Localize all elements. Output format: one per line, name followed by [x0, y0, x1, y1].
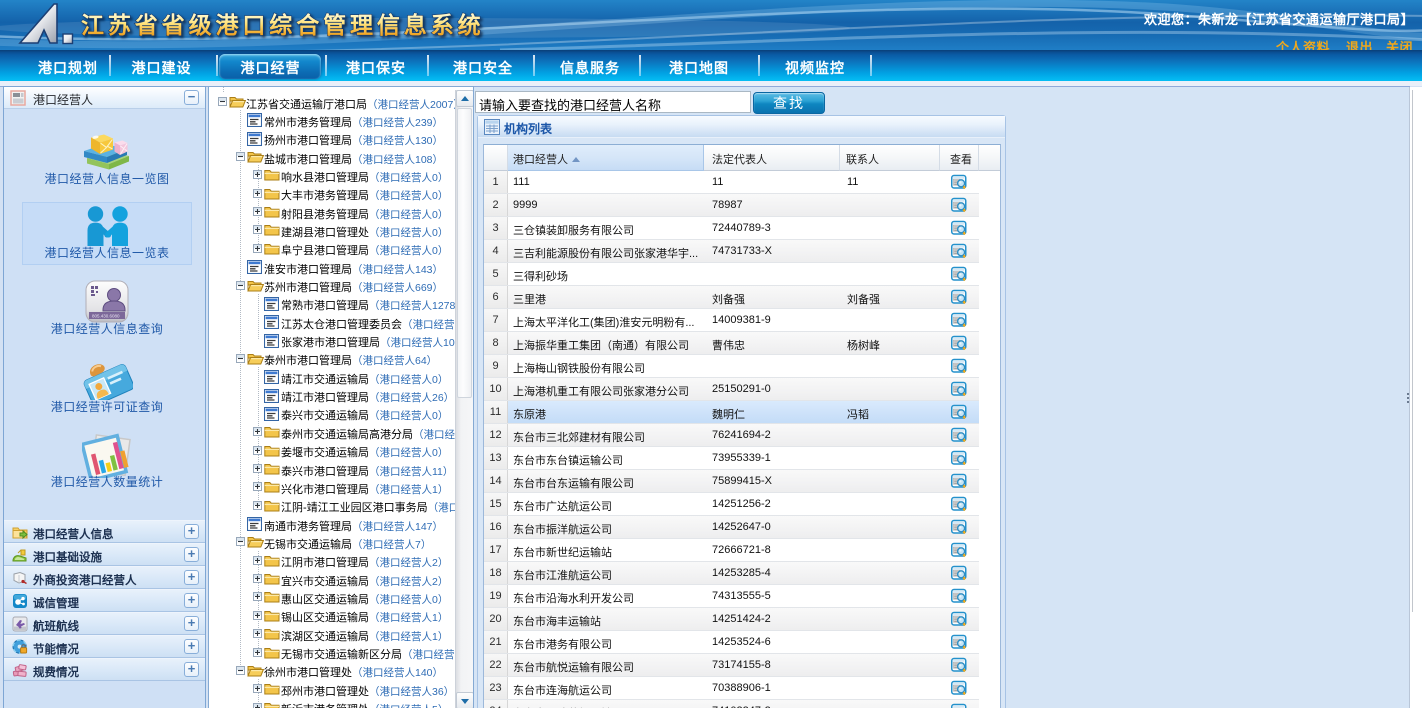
svg-text:805.430.6080: 805.430.6080	[92, 314, 120, 319]
svg-text:江苏省省级港口综合管理信息系统: 江苏省省级港口综合管理信息系统	[81, 12, 485, 38]
